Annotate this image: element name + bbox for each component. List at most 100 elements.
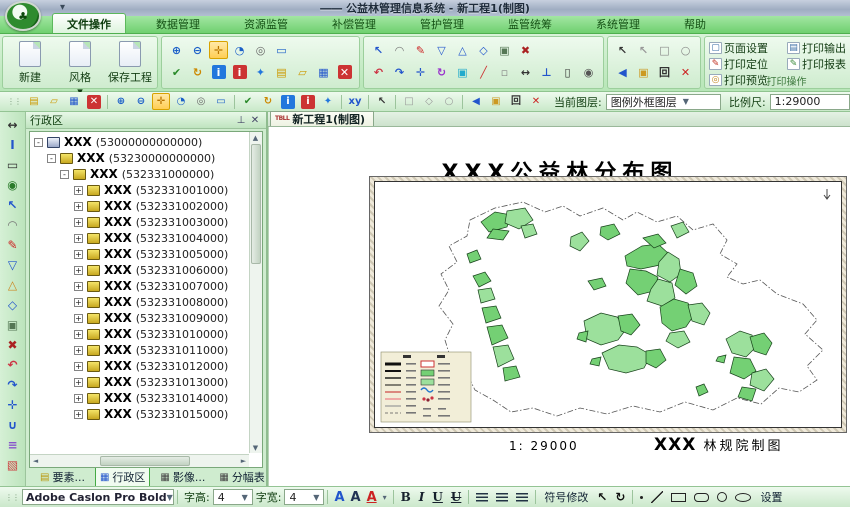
diamond-tool-icon[interactable]: ◇ (3, 295, 23, 314)
tree-node-town[interactable]: + XXX (532331003000) (32, 214, 248, 230)
align-left-icon[interactable] (476, 493, 488, 502)
draw-line-icon[interactable]: ╱ (474, 63, 493, 81)
zoom-search-icon[interactable]: ◎ (251, 41, 270, 59)
check-icon[interactable]: ✔ (239, 93, 257, 110)
zoom-extent-icon[interactable]: ▭ (212, 93, 230, 110)
tree-vertical-scrollbar[interactable]: ▲ ▼ (249, 132, 262, 453)
hand-tool-icon[interactable]: ∪ (3, 415, 23, 434)
ribbon-tab[interactable]: 帮助 (670, 14, 720, 33)
close-project-icon[interactable]: ✕ (335, 63, 354, 81)
ellipse-shape-button[interactable] (735, 493, 751, 502)
expander-icon[interactable]: + (74, 282, 83, 291)
expander-icon[interactable]: + (74, 298, 83, 307)
style-button[interactable]: 风格 ▾ (57, 39, 103, 98)
new-project-button[interactable]: 新建 (7, 39, 53, 98)
ribbon-tab[interactable]: 监管统筹 (494, 14, 566, 33)
xy-coordinate-icon[interactable]: xy (346, 93, 364, 110)
info-icon[interactable]: i (299, 93, 317, 110)
identify-icon[interactable]: i (209, 63, 228, 81)
tree-node-town[interactable]: + XXX (532331004000) (32, 230, 248, 246)
zoom-search-icon[interactable]: ◎ (192, 93, 210, 110)
polyline-tool-icon[interactable]: ▽ (3, 255, 23, 274)
tree-node-town[interactable]: + XXX (532331012000) (32, 358, 248, 374)
char-width-select[interactable]: 4 ▼ (284, 489, 324, 505)
page-setup-button[interactable]: ▢ 页面设置 (709, 40, 787, 56)
scroll-thumb[interactable] (251, 144, 261, 264)
tab-elements[interactable]: ▤ 要素... (36, 468, 89, 486)
scroll-up-icon[interactable]: ▲ (250, 132, 261, 143)
print-report-button[interactable]: ✎ 打印报表 (787, 56, 850, 72)
symbol-edit-button[interactable]: 符号修改 (544, 489, 588, 505)
full-extent-icon[interactable]: ✦ (251, 63, 270, 81)
scroll-down-icon[interactable]: ▼ (250, 442, 261, 453)
align-center-icon[interactable] (496, 493, 508, 502)
expander-icon[interactable]: + (74, 218, 83, 227)
expander-icon[interactable]: + (74, 202, 83, 211)
pan-to-selection-icon[interactable]: ◀ (613, 63, 632, 81)
expander-icon[interactable]: - (60, 170, 69, 179)
save-project-button[interactable]: 保存工程 (107, 39, 153, 98)
bold-button[interactable]: B (401, 490, 411, 504)
zoom-in-icon[interactable]: ⊕ (167, 41, 186, 59)
copy-feature-icon[interactable]: ▣ (453, 63, 472, 81)
tree-node-province[interactable]: - XXX (53000000000000) (32, 134, 248, 150)
edit-attribute-icon[interactable]: ▣ (495, 41, 514, 59)
undo-icon[interactable]: ↶ (369, 63, 388, 81)
current-layer-select[interactable]: 图例外框图层 ▼ (606, 94, 721, 110)
expander-icon[interactable]: + (74, 186, 83, 195)
select-check-icon[interactable]: ✔ (167, 63, 186, 81)
expander-icon[interactable]: + (74, 410, 83, 419)
print-locate-button[interactable]: ✎ 打印定位 (709, 56, 787, 72)
tree-node-town[interactable]: + XXX (532331001000) (32, 182, 248, 198)
copy-map-icon[interactable]: ▣ (634, 63, 653, 81)
cursor-icon[interactable]: ↖ (373, 93, 391, 110)
select-feature-icon[interactable]: ↖ (369, 41, 388, 59)
endpoint-icon[interactable]: ⊥ (537, 63, 556, 81)
save-icon[interactable]: ▦ (65, 93, 83, 110)
nav-tool-icon[interactable]: ↖ (3, 195, 23, 214)
stamp-tool-icon[interactable]: ✖ (3, 335, 23, 354)
select-alt-icon[interactable]: ↖ (634, 41, 653, 59)
ribbon-tab[interactable]: 文件操作 (52, 13, 126, 33)
new-doc-icon[interactable]: ▤ (25, 93, 43, 110)
quick-access-toolbar[interactable]: ▾ (60, 2, 65, 13)
strikethrough-button[interactable]: U (451, 490, 461, 504)
tree-node-prefecture[interactable]: - XXX (53230000000000) (32, 150, 248, 166)
rotate-icon[interactable]: ↻ (615, 490, 625, 504)
text-tool-icon[interactable]: I (3, 135, 23, 154)
scroll-thumb[interactable] (100, 456, 190, 466)
cursor-icon[interactable]: ↖ (597, 490, 607, 504)
tab-sheet-table[interactable]: ▦ 分幅表 (215, 468, 268, 486)
print-output-button[interactable]: ▤ 打印输出 (787, 40, 850, 56)
open-project-icon[interactable]: ▱ (293, 63, 312, 81)
expander-icon[interactable]: + (74, 378, 83, 387)
map-canvas[interactable]: XXX公益林分布图 (268, 127, 850, 486)
char-height-select[interactable]: 4 ▼ (213, 489, 253, 505)
tree-node-town[interactable]: + XXX (532331006000) (32, 262, 248, 278)
edit-tool-icon[interactable]: ▣ (3, 315, 23, 334)
marquee-icon[interactable]: 回 (507, 93, 525, 110)
measure-tool-icon[interactable]: ↔ (3, 115, 23, 134)
tree-node-town[interactable]: + XXX (532331009000) (32, 310, 248, 326)
layer-tool-icon[interactable]: ≡ (3, 435, 23, 454)
lasso-icon[interactable]: ◠ (390, 41, 409, 59)
tree-node-town[interactable]: + XXX (532331005000) (32, 246, 248, 262)
rect-shape-button[interactable] (671, 493, 686, 502)
view-scale-icon[interactable]: ◉ (579, 63, 598, 81)
save-project-icon[interactable]: ▦ (314, 63, 333, 81)
scroll-left-icon[interactable]: ◄ (30, 455, 41, 466)
refresh-icon[interactable]: ↻ (259, 93, 277, 110)
redo-tool-icon[interactable]: ↷ (3, 375, 23, 394)
zoom-out-icon[interactable]: ⊖ (188, 41, 207, 59)
eye-tool-icon[interactable]: ◉ (3, 175, 23, 194)
app-logo[interactable]: ♣ (5, 1, 41, 31)
underline-button[interactable]: U (432, 490, 442, 504)
select-rect-icon[interactable]: □ (400, 93, 418, 110)
tree-node-county[interactable]: - XXX (532331000000) (32, 166, 248, 182)
select-cursor-icon[interactable]: ↖ (613, 41, 632, 59)
close-icon[interactable]: ✕ (248, 115, 262, 126)
rounded-rect-shape-button[interactable] (694, 493, 709, 502)
polygon-icon[interactable]: △ (453, 41, 472, 59)
expander-icon[interactable]: + (74, 250, 83, 259)
refresh-icon[interactable]: ↻ (188, 63, 207, 81)
